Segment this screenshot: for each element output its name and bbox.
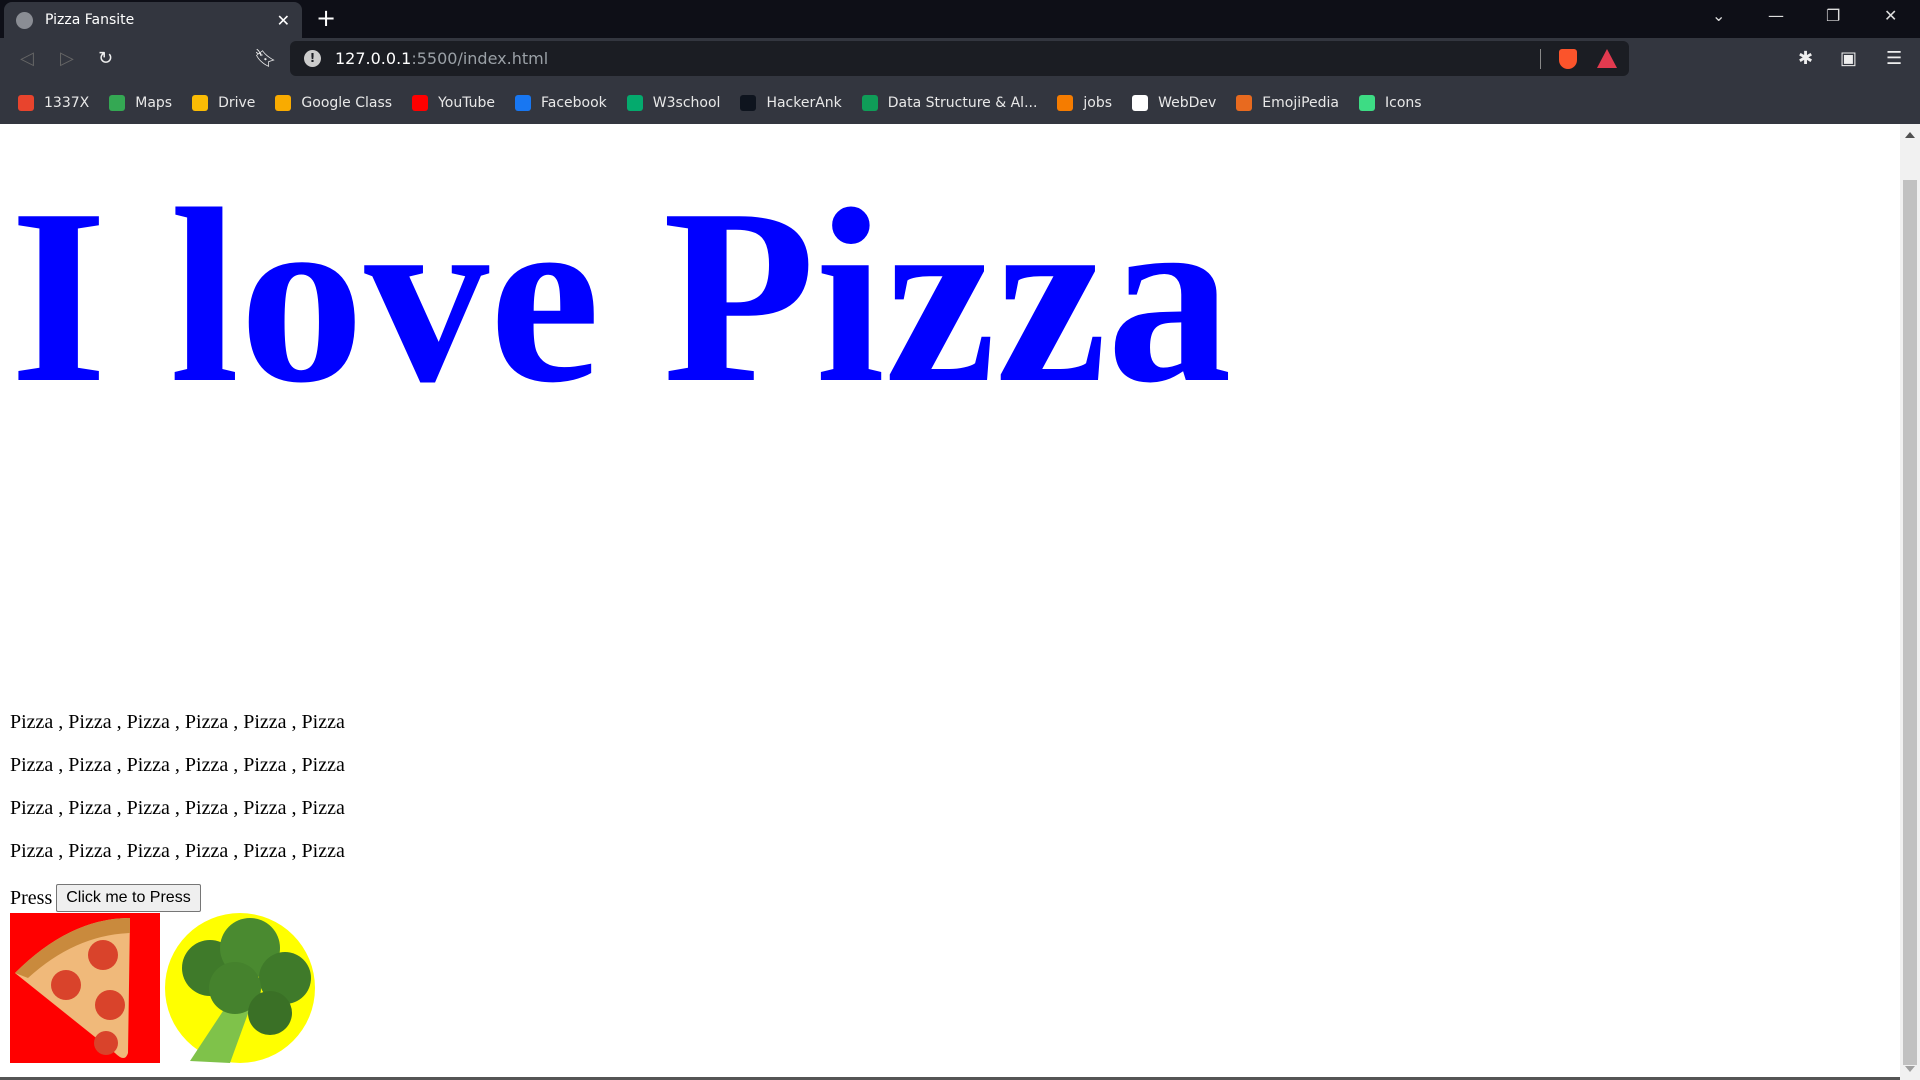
bookmark-label: 1337X [44,94,90,111]
bookmark-label: Google Class [301,94,393,111]
tab-title: Pizza Fansite [45,12,135,28]
new-tab-button[interactable]: + [316,4,336,32]
forward-icon[interactable]: ▷ [60,48,74,69]
pizza-paragraph: Pizza , Pizza , Pizza , Pizza , Pizza , … [10,797,345,819]
bookmark-item[interactable]: Icons [1359,94,1422,111]
bookmark-favicon-icon [1236,94,1253,111]
bookmark-icon[interactable]: 🔖︎ [254,48,277,69]
close-tab-icon[interactable]: ✕ [277,11,290,30]
scrollbar-thumb[interactable] [1903,180,1917,1065]
bookmark-favicon-icon [515,94,531,111]
url-text: 127.0.0.1:5500/index.html [335,49,548,68]
pizza-image [10,913,160,1063]
bookmark-item[interactable]: Maps [109,94,173,111]
pizza-paragraph: Pizza , Pizza , Pizza , Pizza , Pizza , … [10,754,345,776]
bookmark-label: Facebook [541,94,607,111]
url-host: 127.0.0.1 [335,49,412,68]
bookmark-item[interactable]: Facebook [515,94,607,111]
bookmark-favicon-icon [192,94,209,111]
bookmark-label: W3school [652,94,721,111]
bookmark-favicon-icon [1359,94,1376,111]
bookmark-item[interactable]: Drive [192,94,256,111]
bookmark-item[interactable]: jobs [1057,94,1113,111]
back-icon[interactable]: ◁ [20,48,34,69]
bookmark-item[interactable]: YouTube [412,94,495,111]
page-heading: I love Pizza [10,158,1232,435]
bookmark-label: HackerAnk [766,94,842,111]
bookmark-favicon-icon [861,94,878,111]
bookmark-favicon-icon [626,94,643,111]
url-path: :5500/index.html [411,49,549,68]
tab-strip: Pizza Fansite ✕ + ⌄ — ❐ ✕ [0,0,1920,38]
bookmark-favicon-icon [412,94,429,111]
bookmark-favicon-icon [1057,94,1074,111]
close-window-button[interactable]: ✕ [1884,6,1897,25]
bookmark-item[interactable]: WebDev [1132,94,1217,111]
globe-icon [16,11,33,29]
brave-shields-icon[interactable] [1559,49,1577,69]
bookmark-item[interactable]: Data Structure & Al... [861,94,1038,111]
address-bar[interactable]: ! 127.0.0.1:5500/index.html [290,41,1629,76]
bookmark-favicon-icon [1132,94,1149,111]
bookmark-label: Maps [135,94,173,111]
bookmark-label: Data Structure & Al... [887,94,1038,111]
menu-icon[interactable]: ☰ [1886,48,1902,69]
bookmark-item[interactable]: Google Class [275,94,393,111]
site-info-icon[interactable]: ! [304,50,321,67]
tab-pizza-fansite[interactable]: Pizza Fansite ✕ [4,2,302,38]
reload-icon[interactable]: ↻ [98,48,113,69]
vertical-scrollbar[interactable] [1900,124,1920,1080]
toolbar: ◁ ▷ ↻ 🔖︎ ! 127.0.0.1:5500/index.html ✱ ▣… [0,38,1920,81]
scroll-up-arrow[interactable] [1905,132,1915,138]
brave-rewards-icon[interactable] [1597,49,1617,68]
bookmark-favicon-icon [18,94,34,111]
bookmark-label: WebDev [1158,94,1217,111]
broccoli-image [165,913,315,1063]
bookmark-label: Icons [1385,94,1422,111]
tab-search-icon[interactable]: ⌄ [1712,6,1725,25]
bookmark-favicon-icon [109,94,126,111]
wallet-icon[interactable]: ▣ [1840,48,1857,69]
click-me-button[interactable]: Click me to Press [56,884,201,912]
bookmark-favicon-icon [275,94,292,111]
scroll-down-arrow[interactable] [1905,1066,1915,1072]
bookmark-item[interactable]: 1337X [18,94,90,111]
restore-button[interactable]: ❐ [1826,6,1840,25]
extensions-icon[interactable]: ✱ [1798,48,1813,69]
bookmarks-bar: 1337X Maps Drive Google Class YouTube Faceboo… [0,81,1920,124]
bookmark-label: jobs [1083,94,1113,111]
bookmark-label: YouTube [438,94,495,111]
pizza-paragraph: Pizza , Pizza , Pizza , Pizza , Pizza , … [10,711,345,733]
divider [1540,49,1541,69]
bookmark-item[interactable]: HackerAnk [740,94,842,111]
bookmark-favicon-icon [740,94,757,111]
press-row: Press Click me to Press [10,884,201,912]
bookmark-label: Drive [218,94,256,111]
pizza-paragraph: Pizza , Pizza , Pizza , Pizza , Pizza , … [10,840,345,862]
bookmark-item[interactable]: W3school [626,94,721,111]
bookmark-label: EmojiPedia [1262,94,1340,111]
bookmark-item[interactable]: EmojiPedia [1236,94,1340,111]
press-label: Press [10,886,53,909]
minimize-button[interactable]: — [1768,6,1784,25]
